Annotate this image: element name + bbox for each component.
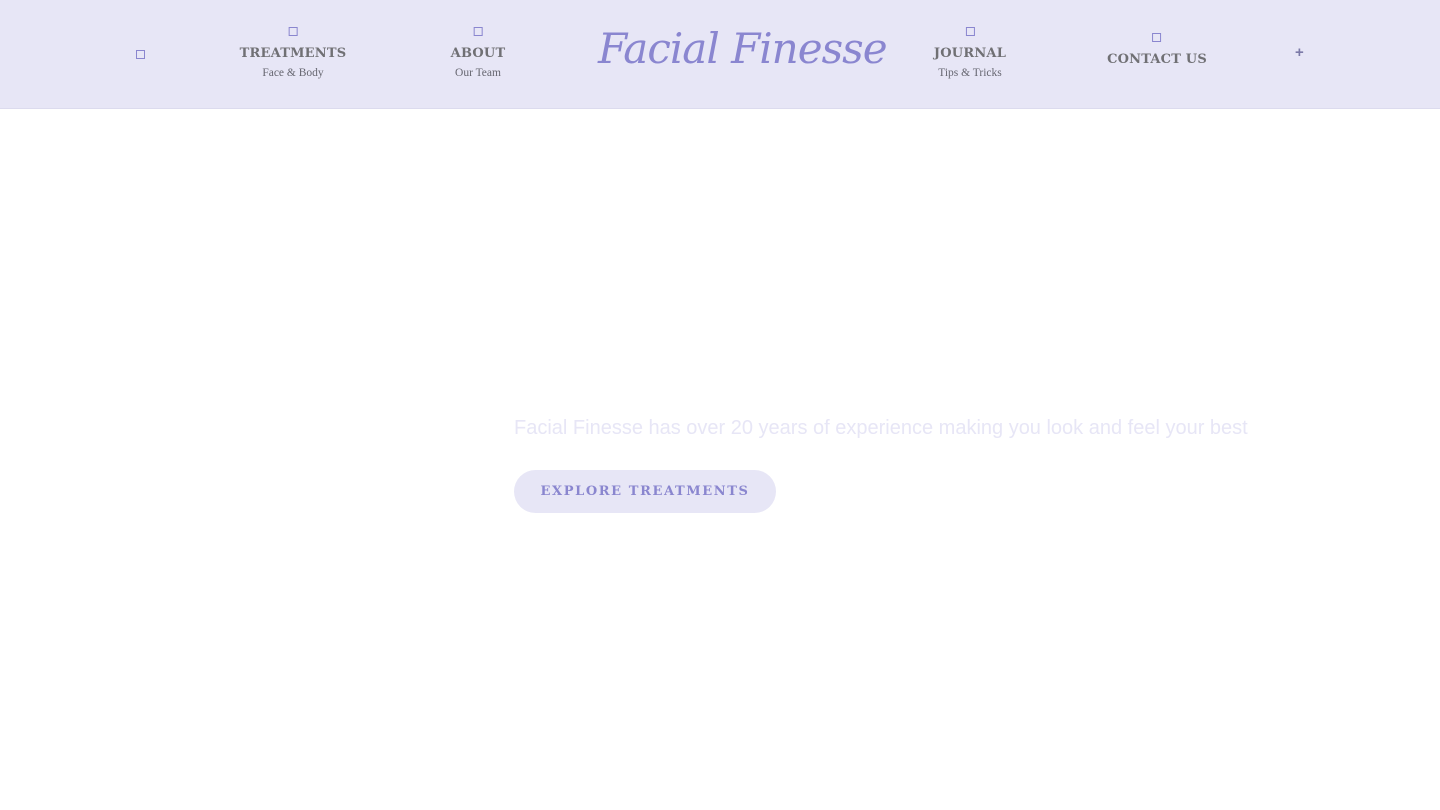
square-icon (965, 27, 975, 36)
square-icon (473, 27, 483, 36)
site-logo[interactable]: Facial Finesse (598, 24, 888, 73)
menu-square-icon[interactable] (136, 50, 145, 59)
nav-item-contact[interactable]: CONTACT US (1107, 33, 1207, 67)
nav-sublabel: Tips & Tricks (938, 67, 1002, 79)
nav-item-journal[interactable]: JOURNAL Tips & Tricks (934, 27, 1006, 79)
nav-sublabel: Face & Body (262, 67, 324, 79)
nav-item-treatments[interactable]: TREATMENTS Face & Body (240, 27, 347, 79)
nav-label: JOURNAL (933, 46, 1007, 61)
nav-label: CONTACT US (1107, 52, 1207, 67)
square-icon (1152, 33, 1162, 42)
nav-label: ABOUT (450, 46, 506, 61)
nav-sublabel: Our Team (455, 67, 501, 79)
nav-item-about[interactable]: ABOUT Our Team (451, 27, 506, 79)
square-icon (288, 27, 298, 36)
nav-label: TREATMENTS (239, 46, 347, 61)
explore-treatments-button[interactable]: EXPLORE TREATMENTS (514, 470, 776, 513)
hero-tagline: Facial Finesse has over 20 years of expe… (514, 417, 1248, 439)
site-header: TREATMENTS Face & Body ABOUT Our Team Fa… (0, 0, 1440, 109)
plus-icon[interactable]: + (1295, 44, 1304, 61)
